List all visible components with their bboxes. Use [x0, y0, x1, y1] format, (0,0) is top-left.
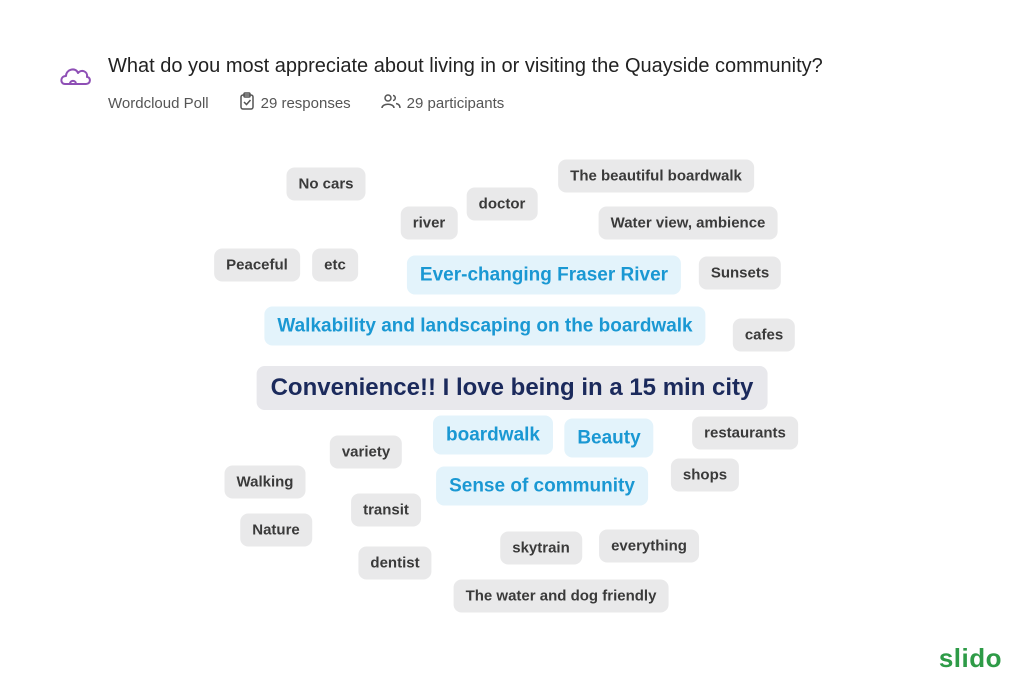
word-bubble: No cars	[286, 167, 366, 201]
word-bubble: Walkability and landscaping on the board…	[264, 306, 706, 346]
word-bubble: skytrain	[500, 531, 582, 565]
word-bubble: boardwalk	[433, 415, 553, 455]
word-bubble: restaurants	[692, 416, 798, 450]
slido-logo: slido	[938, 643, 1002, 673]
word-bubble: Sense of community	[436, 466, 648, 506]
word-bubble: Nature	[240, 513, 312, 547]
word-bubble: Sunsets	[698, 256, 782, 290]
word-bubble: river	[400, 206, 458, 240]
word-bubble: transit	[351, 493, 421, 527]
word-bubble: The beautiful boardwalk	[558, 159, 754, 193]
word-cloud: No cars doctor The beautiful boardwalk rive…	[0, 0, 1024, 699]
word-bubble: Beauty	[564, 418, 654, 458]
word-bubble: Ever-changing Fraser River	[406, 255, 682, 295]
word-bubble: everything	[599, 529, 699, 563]
word-bubble: Peaceful	[214, 248, 300, 282]
word-bubble: shops	[670, 458, 740, 492]
word-bubble: etc	[312, 248, 358, 282]
word-bubble: cafes	[732, 318, 796, 352]
word-bubble: The water and dog friendly	[453, 579, 669, 613]
word-bubble: Water view, ambience	[598, 206, 778, 240]
word-bubble: dentist	[358, 546, 432, 580]
word-bubble: doctor	[466, 187, 538, 221]
word-bubble: variety	[329, 435, 403, 469]
word-bubble: Convenience!! I love being in a 15 min c…	[256, 366, 768, 410]
word-bubble: Walking	[224, 465, 306, 499]
